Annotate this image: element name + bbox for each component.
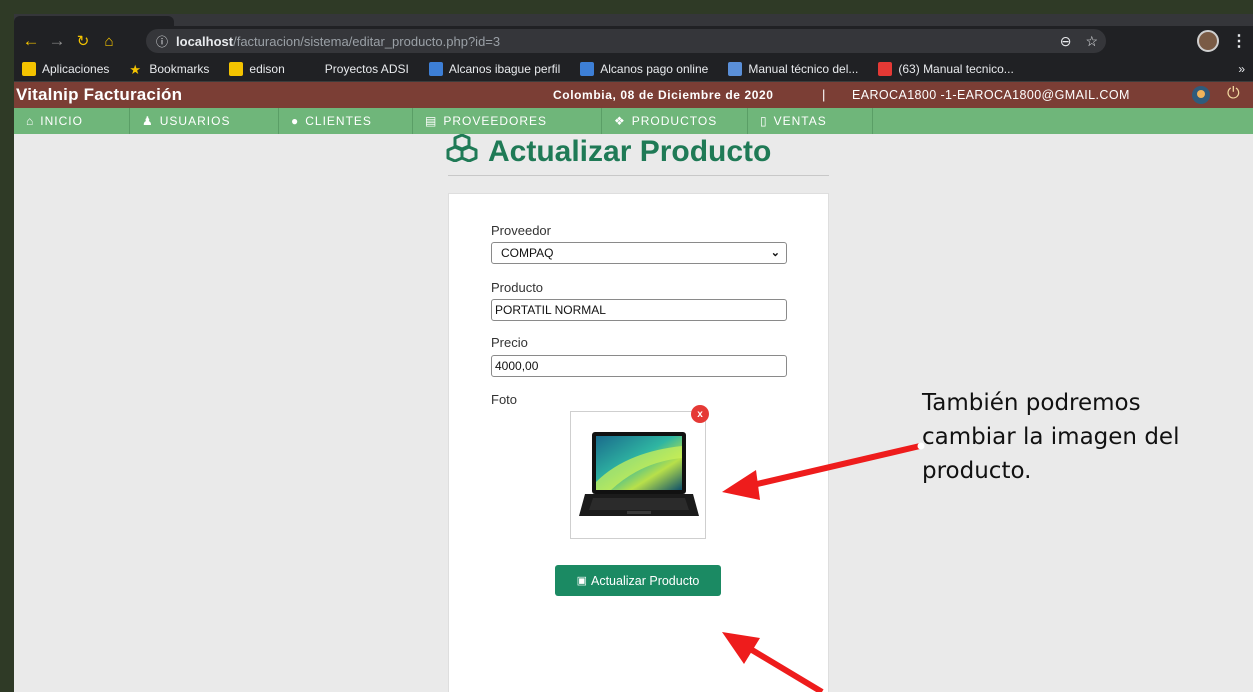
menu-dots-icon[interactable]: ⋮ bbox=[1231, 31, 1247, 51]
header-separator: | bbox=[822, 87, 826, 102]
title-divider bbox=[448, 175, 829, 176]
zoom-icon[interactable]: ⊖ bbox=[1060, 33, 1072, 50]
menu-item-proveedores[interactable]: ▤ PROVEEDORES bbox=[413, 108, 602, 134]
active-tab[interactable] bbox=[14, 16, 174, 26]
page-title: Actualizar Producto bbox=[446, 133, 772, 170]
users-icon: ♟ bbox=[142, 114, 154, 128]
product-form: Proveedor COMPAQ ⌄ Producto PORTATIL NOR… bbox=[448, 193, 829, 692]
star-icon: ★ bbox=[129, 61, 142, 77]
annotation-line-3: producto. bbox=[922, 458, 1032, 484]
page-title-text: Actualizar Producto bbox=[488, 135, 772, 168]
bookmark-item[interactable]: Proyectos ADSI bbox=[304, 61, 409, 76]
bookmark-label: Proyectos ADSI bbox=[324, 61, 409, 76]
bookmark-item[interactable]: (63) Manual tecnico... bbox=[878, 61, 1014, 76]
menu-item-usuarios[interactable]: ♟ USUARIOS bbox=[130, 108, 279, 134]
bookmark-item[interactable]: Alcanos ibague perfil bbox=[428, 61, 561, 76]
chevron-down-icon: ⌄ bbox=[770, 247, 780, 259]
bookmark-label: Alcanos ibague perfil bbox=[448, 61, 561, 76]
forward-icon[interactable]: → bbox=[44, 28, 70, 54]
url-path: /facturacion/sistema/editar_producto.php… bbox=[233, 33, 501, 49]
update-product-button[interactable]: ▣ Actualizar Producto bbox=[555, 565, 721, 596]
bookmark-label: Aplicaciones bbox=[42, 61, 110, 76]
building-icon: ▤ bbox=[425, 114, 438, 128]
bookmark-item[interactable]: edison bbox=[229, 61, 285, 76]
bookmark-label: (63) Manual tecnico... bbox=[898, 61, 1014, 76]
doc-icon bbox=[728, 61, 743, 76]
folder-icon bbox=[229, 61, 244, 76]
bookmarks-bar: Aplicaciones ★ Bookmarks edison Proyectos AD… bbox=[14, 56, 1253, 82]
proveedor-label: Proveedor bbox=[491, 223, 551, 238]
bookmark-item[interactable]: Manual técnico del... bbox=[728, 61, 859, 76]
toolbar: ← → ↻ ⌂ ⓘ localhost /facturacion/sistema… bbox=[14, 26, 1253, 56]
home-icon: ⌂ bbox=[26, 114, 35, 128]
cubes-icon bbox=[446, 133, 478, 170]
reload-icon[interactable]: ↻ bbox=[70, 28, 96, 54]
annotation-line-1: También podremos bbox=[922, 390, 1141, 416]
header-user: EAROCA1800 -1-EAROCA1800@GMAIL.COM bbox=[852, 88, 1130, 102]
user-avatar-icon[interactable] bbox=[1192, 86, 1210, 104]
bookmark-label: Bookmarks bbox=[149, 61, 210, 76]
laptop-image bbox=[579, 432, 699, 516]
cubes-icon: ❖ bbox=[614, 114, 626, 128]
home-button-icon[interactable]: ⌂ bbox=[96, 28, 122, 54]
app-header: Vitalnip Facturación Colombia, 08 de Dic… bbox=[14, 82, 1253, 108]
browser-window: ← → ↻ ⌂ ⓘ localhost /facturacion/sistema… bbox=[14, 14, 1253, 692]
bookmark-label: Manual técnico del... bbox=[748, 61, 859, 76]
menu-item-label: CLIENTES bbox=[305, 114, 372, 128]
producto-input[interactable]: PORTATIL NORMAL bbox=[491, 299, 787, 321]
site-info-icon[interactable]: ⓘ bbox=[156, 33, 168, 50]
back-icon[interactable]: ← bbox=[18, 28, 44, 54]
file-icon: ▯ bbox=[760, 114, 768, 128]
precio-input[interactable]: 4000,00 bbox=[491, 355, 787, 377]
user-icon: ● bbox=[291, 114, 300, 128]
address-bar[interactable]: ⓘ localhost /facturacion/sistema/editar_… bbox=[146, 29, 1106, 53]
menu-item-inicio[interactable]: ⌂ INICIO bbox=[14, 108, 130, 134]
remove-photo-button[interactable]: x bbox=[691, 405, 709, 423]
header-date: Colombia, 08 de Diciembre de 2020 bbox=[553, 88, 774, 102]
foto-label: Foto bbox=[491, 392, 518, 407]
bookmark-label: edison bbox=[249, 61, 285, 76]
alcanos-icon bbox=[428, 61, 443, 76]
brand-title[interactable]: Vitalnip Facturación bbox=[14, 85, 182, 105]
menu-item-label: USUARIOS bbox=[159, 114, 231, 128]
menu-item-label: VENTAS bbox=[773, 114, 827, 128]
logout-power-icon[interactable]: ⏻ bbox=[1227, 85, 1240, 103]
producto-label: Producto bbox=[491, 280, 544, 295]
menu-item-ventas[interactable]: ▯ VENTAS bbox=[748, 108, 873, 134]
annotation-line-2: cambiar la imagen del bbox=[922, 424, 1180, 450]
precio-label: Precio bbox=[491, 335, 528, 350]
main-menu: ⌂ INICIO ♟ USUARIOS ● CLIENTES ▤ PROVEEDORES ❖ PR… bbox=[14, 108, 1253, 134]
bookmark-item[interactable]: Alcanos pago online bbox=[580, 61, 709, 76]
menu-item-label: PRODUCTOS bbox=[631, 114, 718, 128]
bookmark-star-icon[interactable]: ☆ bbox=[1085, 33, 1098, 50]
url-host: localhost bbox=[176, 33, 234, 49]
menu-item-clientes[interactable]: ● CLIENTES bbox=[279, 108, 413, 134]
update-product-label: Actualizar Producto bbox=[591, 573, 700, 588]
alcanos-icon bbox=[580, 61, 595, 76]
blank-icon bbox=[304, 61, 319, 76]
menu-item-label: PROVEEDORES bbox=[443, 114, 548, 128]
youtube-icon bbox=[878, 61, 893, 76]
proveedor-selected-value: COMPAQ bbox=[501, 246, 554, 260]
bookmark-item[interactable]: Aplicaciones bbox=[22, 61, 110, 76]
bookmark-item[interactable]: ★ Bookmarks bbox=[129, 61, 210, 77]
proveedor-select[interactable]: COMPAQ ⌄ bbox=[491, 242, 787, 264]
apps-grid-icon bbox=[22, 61, 36, 76]
save-icon: ▣ bbox=[576, 575, 587, 587]
annotation-text: También podremos cambiar la imagen del p… bbox=[922, 386, 1252, 488]
tab-strip[interactable] bbox=[14, 14, 1253, 26]
menu-item-label: INICIO bbox=[40, 114, 83, 128]
product-photo[interactable] bbox=[570, 411, 706, 539]
bookmarks-more-icon[interactable]: » bbox=[1238, 62, 1245, 76]
menu-item-productos[interactable]: ❖ PRODUCTOS bbox=[602, 108, 748, 134]
bookmark-label: Alcanos pago online bbox=[600, 61, 709, 76]
profile-avatar[interactable] bbox=[1197, 30, 1219, 52]
